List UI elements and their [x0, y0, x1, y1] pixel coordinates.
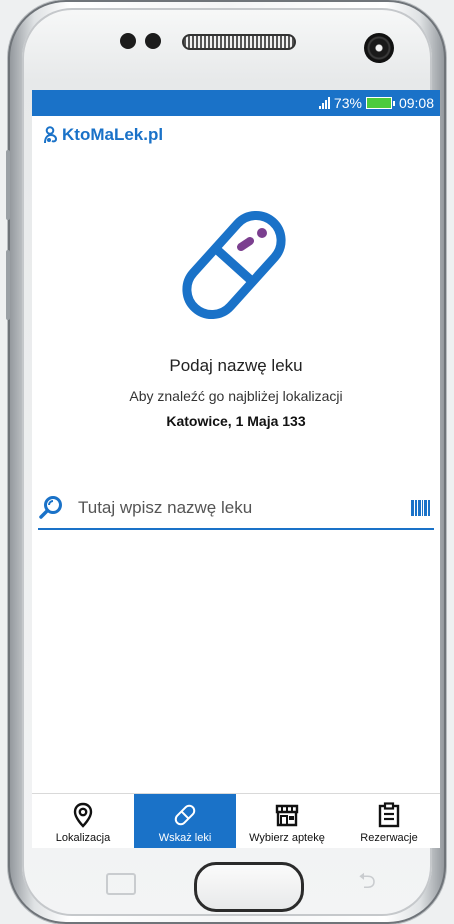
- nav-label: Wskaż leki: [158, 832, 212, 844]
- clock: 09:08: [398, 95, 434, 111]
- nav-item-wybierz-apteke[interactable]: Wybierz aptekę: [236, 794, 338, 848]
- pill-icon: [182, 210, 286, 320]
- front-camera: [364, 33, 394, 63]
- nav-item-rezerwacje[interactable]: Rezerwacje: [338, 794, 440, 848]
- search-icon[interactable]: [38, 495, 64, 521]
- sensor: [120, 33, 136, 49]
- pill-illustration: [174, 205, 294, 325]
- battery-icon: [365, 97, 395, 109]
- prompt-subtitle: Aby znaleźć go najbliżej lokalizacji: [129, 388, 343, 404]
- side-button: [6, 150, 10, 220]
- nav-item-wskaz-leki[interactable]: Wskaż leki: [134, 794, 236, 848]
- recent-apps-button[interactable]: [106, 873, 136, 895]
- side-button: [6, 250, 10, 320]
- status-bar: 73% 09:08: [32, 90, 440, 116]
- battery-percent: 73%: [333, 95, 362, 111]
- home-button[interactable]: [194, 862, 304, 912]
- store-icon: [275, 804, 299, 827]
- nav-label: Wybierz aptekę: [249, 832, 325, 844]
- brand-logo: KtoMaLek.pl: [42, 124, 440, 146]
- barcode-scan-icon[interactable]: [411, 500, 430, 516]
- search-bar: [38, 488, 434, 530]
- brand-name: KtoMaLek.pl: [62, 125, 164, 144]
- nav-label: Lokalizacja: [55, 832, 111, 844]
- signal-icon: [318, 97, 330, 109]
- nav-item-lokalizacja[interactable]: Lokalizacja: [32, 794, 134, 848]
- location-address[interactable]: Katowice, 1 Maja 133: [32, 413, 440, 429]
- prompt-title: Podaj nazwę leku: [169, 356, 303, 375]
- search-input[interactable]: [78, 498, 411, 518]
- bottom-navigation: Lokalizacja Wskaż leki Wybierz aptekę Re…: [32, 793, 440, 848]
- nav-label: Rezerwacje: [360, 832, 418, 844]
- sensor: [145, 33, 161, 49]
- logo-icon: [44, 126, 58, 144]
- earpiece-speaker: [182, 34, 296, 50]
- map-pin-icon: [73, 802, 93, 828]
- app-screen: 73% 09:08 KtoMaLek.pl Podaj nazwę leku A…: [32, 90, 440, 848]
- pill-icon: [174, 804, 196, 826]
- back-button[interactable]: ⮌: [350, 870, 384, 892]
- clipboard-icon: [378, 802, 400, 828]
